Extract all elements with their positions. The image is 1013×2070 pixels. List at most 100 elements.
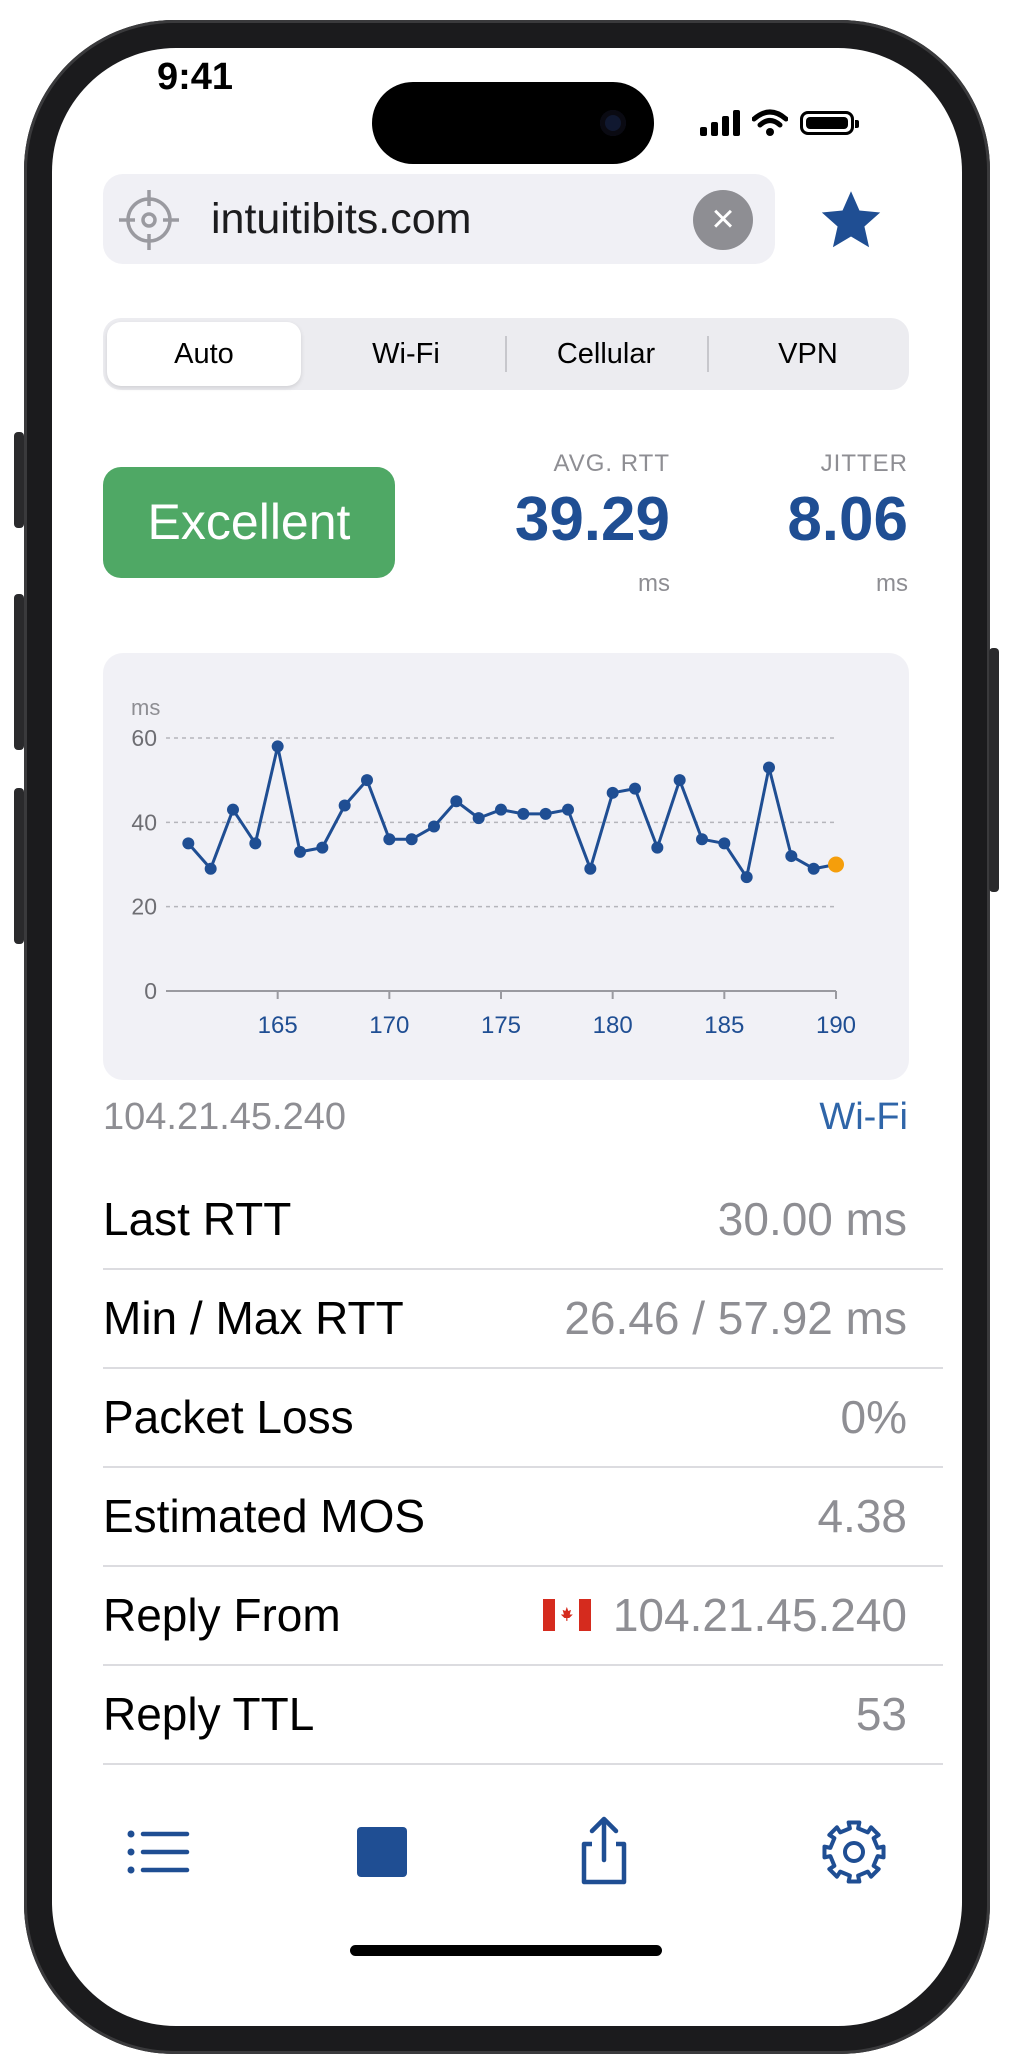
stat-value: 4.38 [817,1490,907,1542]
segment-divider [505,336,507,372]
gear-hub [843,1841,865,1863]
data-point [227,803,239,816]
reply-from-ip: 104.21.45.240 [612,1589,907,1641]
status-time: 9:41 [156,56,234,98]
data-point [562,803,574,816]
gear-outline [822,1820,886,1884]
data-point [450,795,463,808]
canada-flag-icon [542,1598,591,1631]
wifi-icon [752,109,788,136]
x-tick-label: 185 [704,1012,744,1039]
avg-rtt-value: 39.29 [514,485,670,554]
data-point [405,833,418,846]
volume-down-button [14,788,24,944]
segment-wifi[interactable]: Wi-Fi [309,322,503,386]
segment-auto[interactable]: Auto [107,322,301,386]
y-axis-unit-label: ms [131,695,160,720]
stat-row-reply-from: Reply From 104.21.45.240 [103,1567,943,1666]
stop-icon[interactable] [346,1816,418,1888]
data-point [807,862,820,875]
y-tick-label: 0 [144,978,157,1004]
segment-cellular[interactable]: Cellular [509,322,703,386]
interface-segmented-control: Auto Wi-Fi Cellular VPN [103,318,909,390]
dynamic-island [372,82,654,164]
data-point [316,841,329,854]
gear-icon[interactable] [818,1816,890,1888]
rtt-chart-svg: ms 0 20 40 60 165 170 175 180 185 190 [131,695,856,1039]
stat-label: Last RTT [103,1193,292,1245]
stat-row-last-rtt: Last RTT 30.00 ms [103,1171,943,1270]
data-point [539,807,552,820]
host-text[interactable]: intuitibits.com [211,174,471,264]
data-point [718,837,731,850]
data-point [361,774,373,787]
data-point [673,774,686,787]
action-button [14,432,24,528]
quality-badge: Excellent [103,467,395,578]
stat-label: Min / Max RTT [103,1292,404,1344]
y-tick-label: 60 [131,725,157,751]
camera-icon [600,110,626,136]
stat-row-min-max-rtt: Min / Max RTT 26.46 / 57.92 ms [103,1270,943,1369]
cellular-signal-icon [700,110,740,136]
stat-value: 26.46 / 57.92 ms [564,1292,907,1344]
data-point [584,862,597,875]
data-point [763,761,775,774]
data-point [428,820,440,833]
x-tick-label: 175 [481,1012,521,1039]
battery-icon [800,111,859,135]
network-type[interactable]: Wi-Fi [819,1096,908,1139]
avg-rtt-unit: ms [638,570,670,597]
crosshair-icon [119,190,179,250]
data-point [204,862,217,875]
data-point [517,807,530,820]
jitter-value: 8.06 [787,485,908,554]
star-icon[interactable] [816,186,886,256]
home-indicator[interactable] [350,1945,662,1956]
y-tick-label: 40 [131,809,157,835]
stat-row-reply-ttl: Reply TTL 53 [103,1666,943,1765]
stat-row-packet-loss: Packet Loss 0% [103,1369,943,1468]
clear-icon[interactable]: × [693,190,753,250]
side-button [989,648,999,892]
list-icon[interactable] [121,1816,193,1888]
data-point [696,833,708,846]
data-point [271,740,284,753]
data-point [785,850,798,863]
stat-label: Packet Loss [103,1391,354,1443]
stat-label: Reply TTL [103,1688,315,1740]
rtt-series-line [187,744,837,879]
stat-label: Estimated MOS [103,1490,426,1542]
x-tick-label: 165 [258,1012,298,1039]
data-point [472,812,485,825]
segment-vpn[interactable]: VPN [711,322,905,386]
volume-up-button [14,594,24,750]
stat-value: 0% [840,1391,907,1443]
host-input[interactable]: intuitibits.com × [103,174,775,264]
stat-label: Reply From [103,1589,341,1641]
stat-value: 30.00 ms [717,1193,907,1245]
data-point [495,803,507,816]
jitter-label: JITTER [820,450,908,477]
stat-row-estimated-mos: Estimated MOS 4.38 [103,1468,943,1567]
status-icons [700,106,859,140]
data-point [383,833,396,846]
data-point [651,841,664,854]
share-icon[interactable] [568,1816,640,1888]
data-point [182,837,195,850]
data-point [629,782,641,795]
jitter-unit: ms [876,570,908,597]
target-ip: 104.21.45.240 [103,1096,347,1138]
avg-rtt-label: AVG. RTT [553,450,670,477]
data-point [338,799,351,812]
latest-point [828,856,844,873]
data-point [606,786,619,799]
segment-divider [707,336,709,372]
y-tick-label: 20 [131,894,157,920]
x-tick-label: 180 [593,1012,633,1039]
data-point [740,871,753,884]
data-point [249,837,262,850]
data-point [294,845,306,858]
x-tick-label: 190 [816,1012,856,1039]
stat-value-reply-from: 104.21.45.240 [542,1567,907,1664]
